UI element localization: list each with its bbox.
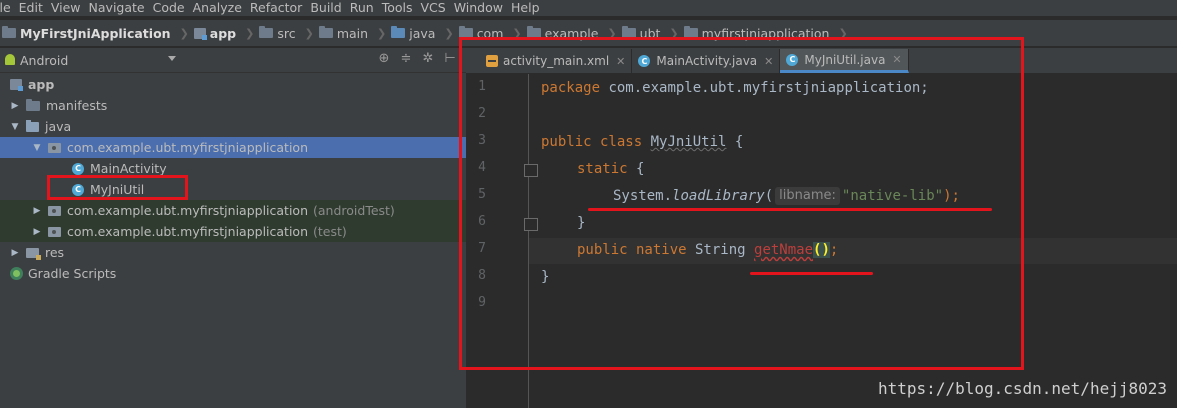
java-folder-icon [391, 26, 406, 38]
tree-item-test-package[interactable]: ▶ com.example.ubt.myfirstjniapplication … [0, 221, 498, 242]
chevron-down-icon[interactable] [168, 56, 176, 61]
gradle-icon [10, 267, 23, 280]
expand-arrow-icon[interactable]: ▶ [32, 227, 42, 237]
menu-edit[interactable]: Edit [15, 0, 47, 16]
menu-window[interactable]: Window [450, 0, 507, 16]
collapse-arrow-icon[interactable]: ▼ [10, 122, 20, 132]
folder-icon [259, 26, 274, 38]
menu-refactor[interactable]: Refactor [246, 0, 306, 16]
menu-code[interactable]: Code [149, 0, 189, 16]
annotation-box-myjniutil [47, 175, 188, 200]
annotation-underline-getnmae [750, 272, 873, 275]
menu-help[interactable]: Help [507, 0, 544, 16]
menu-run[interactable]: Run [346, 0, 378, 16]
project-view-selector[interactable]: Android ⊕ ≑ ✲ ⊢ [0, 48, 466, 73]
res-folder-icon [26, 247, 41, 260]
module-icon [10, 79, 23, 91]
module-icon [193, 27, 207, 40]
breadcrumb-src[interactable]: src ❯ [259, 26, 318, 41]
annotation-underline-loadlibrary [588, 208, 992, 211]
menu-vcs[interactable]: VCS [416, 0, 449, 16]
class-icon: C [72, 162, 84, 175]
package-icon [48, 142, 61, 153]
gear-icon[interactable]: ✲ [420, 51, 436, 66]
collapse-arrow-icon[interactable]: ▼ [32, 143, 42, 153]
java-folder-icon [26, 119, 39, 132]
menu-tools[interactable]: Tools [378, 0, 417, 16]
menu-file[interactable]: ile [0, 0, 15, 16]
project-view-label: Android [20, 52, 69, 68]
breadcrumb-java[interactable]: java ❯ [391, 26, 458, 41]
package-icon [48, 205, 61, 216]
watermark: https://blog.csdn.net/hejj8023 [878, 379, 1167, 398]
folder-icon [2, 26, 16, 38]
chevron-right-icon: ❯ [245, 26, 255, 40]
expand-arrow-icon[interactable]: ▶ [10, 101, 20, 111]
breadcrumb-app[interactable]: app ❯ [193, 26, 260, 41]
breadcrumb-main[interactable]: main ❯ [318, 26, 391, 41]
project-panel: Android ⊕ ≑ ✲ ⊢ app ▶ manifests ▼ java ▼… [0, 48, 498, 408]
annotation-box-editor [459, 37, 1024, 370]
project-toolbar: ⊕ ≑ ✲ ⊢ [376, 51, 458, 66]
menu-build[interactable]: Build [306, 0, 345, 16]
chevron-right-icon: ❯ [377, 26, 387, 40]
expand-arrow-icon[interactable]: ▶ [32, 206, 42, 216]
chevron-right-icon: ❯ [304, 26, 314, 40]
tree-item-res[interactable]: ▶ res [0, 242, 476, 263]
menu-bar: ile Edit View Navigate Code Analyze Refa… [0, 0, 1177, 16]
tree-item-main-package[interactable]: ▼ com.example.ubt.myfirstjniapplication [0, 137, 498, 158]
android-icon [4, 54, 16, 66]
tree-item-app[interactable]: app [0, 74, 476, 95]
chevron-right-icon: ❯ [444, 26, 454, 40]
chevron-right-icon: ❯ [179, 26, 189, 40]
folder-icon [318, 26, 333, 38]
collapse-icon[interactable]: ≑ [398, 51, 414, 66]
breadcrumb-project[interactable]: MyFirstJniApplication ❯ [2, 26, 194, 41]
menu-analyze[interactable]: Analyze [189, 0, 246, 16]
tree-item-androidtest-package[interactable]: ▶ com.example.ubt.myfirstjniapplication … [0, 200, 498, 221]
menu-navigate[interactable]: Navigate [85, 0, 149, 16]
package-icon [48, 226, 61, 237]
tree-item-gradle-scripts[interactable]: Gradle Scripts [0, 263, 476, 284]
folder-icon [26, 98, 40, 111]
tree-item-java[interactable]: ▼ java [0, 116, 476, 137]
tree-item-manifests[interactable]: ▶ manifests [0, 95, 476, 116]
hide-icon[interactable]: ⊢ [442, 51, 458, 66]
menu-view[interactable]: View [47, 0, 85, 16]
target-icon[interactable]: ⊕ [376, 51, 392, 66]
expand-arrow-icon[interactable]: ▶ [10, 248, 20, 258]
